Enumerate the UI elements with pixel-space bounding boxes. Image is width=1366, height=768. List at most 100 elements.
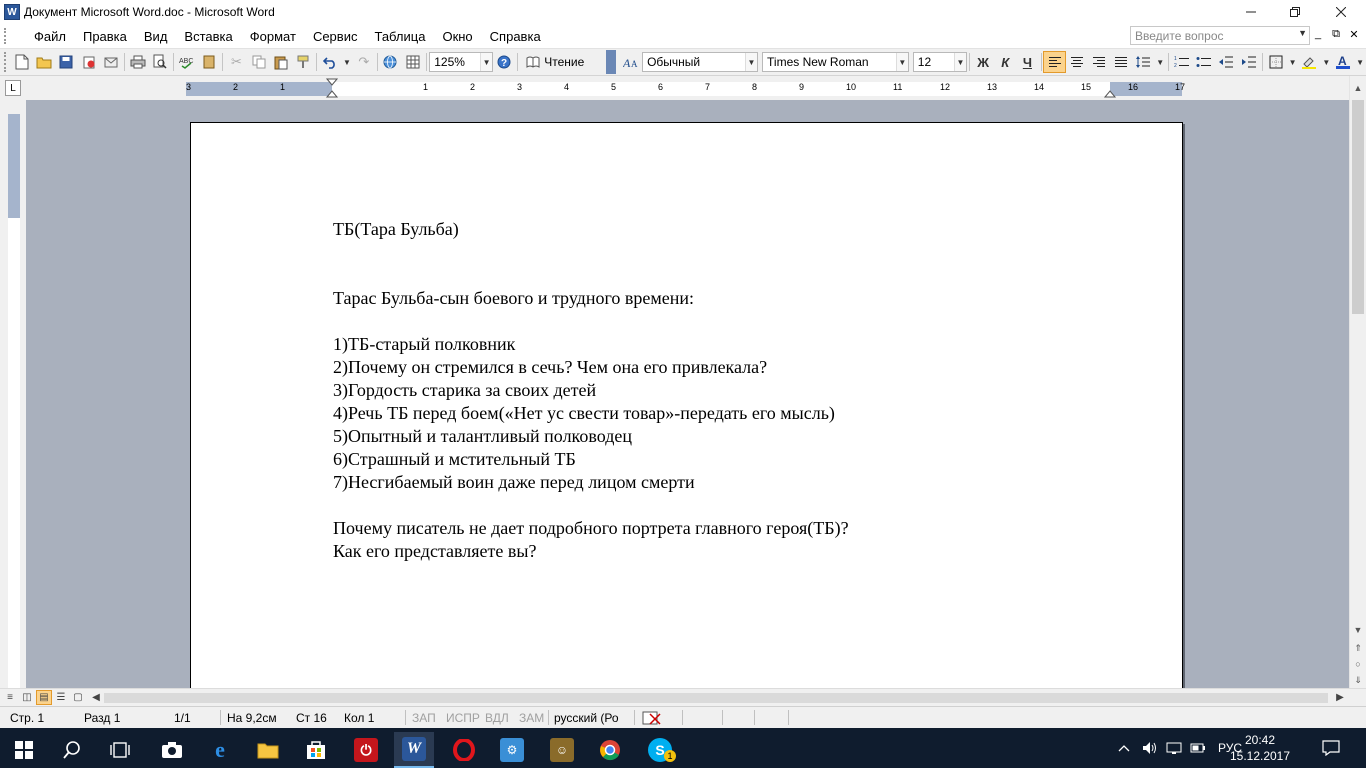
borders-chevron-icon[interactable]: ▼ — [1287, 51, 1299, 73]
paste-icon[interactable] — [270, 51, 292, 73]
word-app-icon[interactable]: W — [4, 4, 20, 20]
restore-icon[interactable] — [1272, 0, 1318, 24]
tab-selector-icon[interactable]: L — [5, 80, 21, 96]
bold-button[interactable]: Ж — [972, 51, 994, 73]
skype-icon[interactable]: S 1 — [640, 732, 680, 768]
web-layout-icon[interactable]: ◫ — [19, 690, 35, 705]
scroll-left-icon[interactable]: ◀ — [88, 690, 104, 705]
document-line[interactable]: 1)ТБ-старый полковник — [333, 333, 1033, 356]
borders-icon[interactable] — [1265, 51, 1287, 73]
menu-edit[interactable]: Правка — [75, 29, 136, 44]
research-icon[interactable] — [198, 51, 220, 73]
reading-layout-icon[interactable]: ▢ — [70, 690, 86, 705]
italic-button[interactable]: К — [994, 51, 1016, 73]
chrome-browser-icon[interactable] — [590, 732, 630, 768]
document-line[interactable]: 3)Гордость старика за своих детей — [333, 379, 1033, 402]
store-icon[interactable] — [296, 732, 336, 768]
reading-mode-button[interactable]: Чтение — [520, 51, 590, 73]
document-line[interactable]: Как его представляете вы? — [333, 540, 1033, 563]
status-language[interactable]: русский (Ро — [554, 711, 619, 725]
align-center-icon[interactable] — [1066, 51, 1088, 73]
status-extend[interactable]: ВДЛ — [485, 711, 509, 725]
document-line[interactable]: 5)Опытный и талантливый полководец — [333, 425, 1033, 448]
file-explorer-icon[interactable] — [248, 732, 288, 768]
first-line-indent-marker[interactable] — [326, 78, 338, 98]
document-line[interactable]: Почему писатель не дает подробного портр… — [333, 517, 1033, 540]
word-taskbar-icon[interactable]: W — [394, 732, 434, 768]
undo-icon[interactable] — [319, 51, 341, 73]
edge-browser-icon[interactable]: e — [200, 732, 240, 768]
status-overtype[interactable]: ЗАМ — [519, 711, 544, 725]
align-left-icon[interactable] — [1043, 51, 1066, 73]
save-icon[interactable] — [55, 51, 77, 73]
game-app-icon[interactable]: ☺ — [542, 732, 582, 768]
document-line[interactable] — [333, 310, 1033, 333]
justify-icon[interactable] — [1110, 51, 1132, 73]
font-color-icon[interactable]: A — [1332, 51, 1354, 73]
font-color-chevron-icon[interactable]: ▼ — [1354, 51, 1366, 73]
document-line[interactable] — [333, 494, 1033, 517]
minimize-icon[interactable] — [1228, 0, 1274, 24]
numbering-icon[interactable]: 12 — [1171, 51, 1193, 73]
document-line[interactable]: ТБ(Тара Бульба) — [333, 218, 1033, 241]
format-painter-icon[interactable] — [292, 51, 314, 73]
ask-question-input[interactable]: Введите вопрос ▼ — [1130, 26, 1310, 45]
doc-minimize-button[interactable]: _ — [1310, 28, 1326, 44]
outline-view-icon[interactable]: ☰ — [53, 690, 69, 705]
taskbar-clock[interactable]: 20:42 15.12.2017 — [1228, 732, 1292, 764]
menu-format[interactable]: Формат — [242, 29, 305, 44]
opera-browser-icon[interactable] — [444, 732, 484, 768]
status-record[interactable]: ЗАП — [412, 711, 436, 725]
new-document-icon[interactable] — [11, 51, 33, 73]
help-icon[interactable]: ? — [493, 51, 515, 73]
horizontal-ruler[interactable]: 3 2 1 1 2 3 4 5 6 7 8 9 10 11 12 13 14 1… — [186, 78, 1185, 98]
bullets-icon[interactable] — [1193, 51, 1215, 73]
task-view-icon[interactable] — [100, 732, 140, 768]
hyperlink-icon[interactable] — [380, 51, 402, 73]
document-line[interactable]: 6)Страшный и мстительный ТБ — [333, 448, 1033, 471]
windows-start-icon[interactable] — [4, 732, 44, 768]
camera-app-icon[interactable] — [152, 732, 192, 768]
chevron-down-icon[interactable]: ▼ — [480, 53, 493, 71]
vertical-scrollbar[interactable]: ▲ ▼ ⇑ ○ ⇓ — [1349, 76, 1366, 688]
insert-table-icon[interactable] — [402, 51, 424, 73]
cut-icon[interactable]: ✂ — [225, 51, 247, 73]
menu-help[interactable]: Справка — [482, 29, 550, 44]
menu-grip[interactable] — [4, 28, 16, 44]
document-area[interactable]: ТБ(Тара Бульба) Тарас Бульба-сын боевого… — [26, 100, 1349, 688]
previous-page-icon[interactable]: ⇑ — [1350, 640, 1366, 656]
chevron-down-icon[interactable]: ▼ — [954, 53, 967, 71]
style-select[interactable]: Обычный ▼ — [642, 52, 759, 72]
chevron-down-icon[interactable]: ▼ — [895, 53, 908, 71]
doc-close-button[interactable]: ✕ — [1346, 28, 1362, 44]
chevron-down-icon[interactable]: ▼ — [745, 53, 758, 71]
vertical-scroll-thumb[interactable] — [1352, 100, 1364, 314]
menu-window[interactable]: Окно — [434, 29, 481, 44]
highlight-chevron-icon[interactable]: ▼ — [1321, 51, 1333, 73]
right-indent-marker[interactable] — [1104, 86, 1116, 98]
document-line[interactable]: 4)Речь ТБ перед боем(«Нет ус свести това… — [333, 402, 1033, 425]
menu-insert[interactable]: Вставка — [176, 29, 241, 44]
decrease-indent-icon[interactable] — [1215, 51, 1237, 73]
highlight-icon[interactable] — [1298, 51, 1320, 73]
vertical-ruler[interactable] — [0, 100, 26, 688]
increase-indent-icon[interactable] — [1237, 51, 1259, 73]
menu-file[interactable]: Файл — [26, 29, 75, 44]
line-spacing-chevron-icon[interactable]: ▼ — [1154, 51, 1166, 73]
font-size-select[interactable]: 12 ▼ — [912, 52, 968, 72]
underline-button[interactable]: Ч — [1016, 51, 1038, 73]
network-icon[interactable] — [1166, 728, 1182, 768]
redo-icon[interactable]: ↷ — [353, 51, 375, 73]
copy-icon[interactable] — [248, 51, 270, 73]
undo-dropdown-chevron-icon[interactable]: ▼ — [341, 51, 353, 73]
app-icon[interactable]: ⚙ — [492, 732, 532, 768]
document-line[interactable]: Тарас Бульба-сын боевого и трудного врем… — [333, 287, 1033, 310]
volume-icon[interactable] — [1142, 728, 1158, 768]
document-line[interactable]: 7)Несгибаемый воин даже перед лицом смер… — [333, 471, 1033, 494]
document-page[interactable]: ТБ(Тара Бульба) Тарас Бульба-сын боевого… — [190, 122, 1183, 688]
document-line[interactable]: 2)Почему он стремился в сечь? Чем она ег… — [333, 356, 1033, 379]
menu-view[interactable]: Вид — [136, 29, 177, 44]
power-app-icon[interactable]: ⏻ — [346, 732, 386, 768]
spelling-status-icon[interactable] — [642, 711, 662, 728]
document-text[interactable]: ТБ(Тара Бульба) Тарас Бульба-сын боевого… — [333, 218, 1033, 563]
